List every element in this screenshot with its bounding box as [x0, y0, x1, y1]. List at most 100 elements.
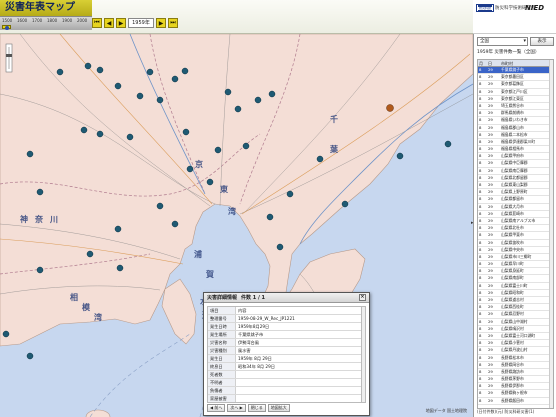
list-cell: 29 — [488, 376, 493, 382]
map-view[interactable]: 東 京 湾 相 模 湾 千 葉 神 奈 川 浦 賀 水 道 地図データ 国土地理… — [0, 34, 473, 417]
year-field[interactable]: 1959年 — [128, 18, 154, 28]
list-cell: 8 — [479, 225, 482, 231]
list-item[interactable]: 8 29 山梨県忍野村 — [478, 311, 553, 319]
list-cell: 29 — [488, 289, 493, 295]
list-item[interactable]: 8 29 山梨県市川三郷町 — [478, 254, 553, 262]
next-record-button[interactable]: 次へ ▶ — [227, 404, 246, 412]
popup-header[interactable]: 災害詳細情報 件数 1 / 1 × — [204, 293, 369, 303]
list-item[interactable]: 8 29 福島県いわき市 — [478, 117, 553, 125]
list-item[interactable]: 8 29 山梨県丹波山村 — [478, 347, 553, 355]
list-cell: 長野県松本市 — [501, 354, 524, 360]
list-item[interactable]: 8 29 山梨県中巨摩郡 — [478, 160, 553, 168]
timeline-tick: 1700 — [32, 18, 43, 23]
next-year-button[interactable]: ▶ — [156, 18, 166, 28]
prev-record-button[interactable]: ◀ 前へ — [207, 404, 226, 412]
list-item[interactable]: 8 29 山梨県南部町 — [478, 275, 553, 283]
popup-scrollbar[interactable] — [361, 306, 366, 403]
column-header[interactable]: 日 — [488, 60, 501, 66]
show-button[interactable]: 表示 — [530, 37, 554, 46]
list-item[interactable]: 8 29 山梨県南巨摩郡 — [478, 168, 553, 175]
list-item[interactable]: 8 29 長野県岡谷市 — [478, 362, 553, 369]
list-item[interactable]: 8 29 山梨県笛吹市 — [478, 240, 553, 247]
list-cell: 山梨県山中湖村 — [501, 318, 528, 324]
list-item[interactable]: 8 29 山梨県富士川町 — [478, 283, 553, 290]
list-item[interactable]: 8 29 山梨県昭和町 — [478, 290, 553, 297]
list-cell: 東京都江東区 — [501, 95, 524, 101]
timeline-slider[interactable]: 1500 1600 1700 1800 1900 2000 — [0, 16, 92, 30]
list-item[interactable]: 8 29 福島県二本松市 — [478, 132, 553, 139]
list-item[interactable]: 8 29 長野県諏訪市 — [478, 369, 553, 377]
list-item[interactable]: 8 29 山梨県西桂町 — [478, 304, 553, 312]
list-cell: 山梨県早川町 — [501, 261, 524, 267]
first-year-button[interactable]: ⏮ — [92, 18, 102, 28]
list-item[interactable]: 8 29 福島県郡山市 — [478, 125, 553, 132]
list-item[interactable]: 8 29 山梨県韮崎市 — [478, 211, 553, 218]
column-header[interactable]: 市町村 — [501, 60, 553, 66]
list-item[interactable]: 8 29 山梨県南アルプス市 — [478, 218, 553, 226]
map-label: 湾 — [94, 313, 102, 322]
list-scrollbar[interactable] — [549, 60, 553, 408]
list-cell: 山梨県韮崎市 — [501, 210, 524, 216]
prev-year-button[interactable]: ◀ — [104, 18, 114, 28]
list-item[interactable]: 8 29 山梨県都留市 — [478, 196, 553, 204]
list-item[interactable]: 8 29 山梨県北都留郡 — [478, 175, 553, 182]
list-item[interactable]: 8 29 山梨県山中湖村 — [478, 319, 553, 326]
area-select[interactable]: 全国 — [477, 37, 528, 46]
list-cell: 8 — [479, 390, 482, 396]
list-cell: 29 — [488, 174, 493, 180]
list-item[interactable]: 8 29 長野県伊那市 — [478, 383, 553, 391]
list-item[interactable]: 8 29 山梨県身延町 — [478, 268, 553, 276]
list-item[interactable]: 8 29 長野県松本市 — [478, 355, 553, 362]
list-cell: 山梨県都留市 — [501, 196, 524, 202]
list-item[interactable]: 8 29 山梨県早川町 — [478, 261, 553, 269]
list-item[interactable]: 8 29 山梨県大月市 — [478, 204, 553, 211]
list-item[interactable]: 8 29 東京都墨田区 — [478, 74, 553, 82]
list-item[interactable]: 8 29 山梨県上野原町 — [478, 189, 553, 197]
list-item[interactable]: 8 29 長野県駒ヶ根市 — [478, 390, 553, 398]
next-icon: ▶ — [158, 19, 164, 27]
list-item[interactable]: 8 29 東京都江東区 — [478, 96, 553, 103]
list-item[interactable]: 8 29 群馬県前橋市 — [478, 110, 553, 118]
list-item[interactable]: 8 29 山梨県富士河口湖町 — [478, 333, 553, 341]
list-item[interactable]: 8 29 千葉県銚子市 — [478, 67, 553, 75]
list-item[interactable]: 8 29 福島県伊達郡梁川町 — [478, 139, 553, 147]
list-item[interactable]: 8 29 山梨県北杜市 — [478, 225, 553, 233]
brand-area: 防災科研 防災科学技術研究所 NIED — [473, 0, 556, 34]
list-cell: 29 — [488, 160, 493, 166]
timeline-handle[interactable] — [5, 26, 9, 30]
list-item[interactable]: 8 29 山梨県小菅村 — [478, 340, 553, 348]
list-item[interactable]: 8 29 山梨県道志村 — [478, 297, 553, 305]
list-cell: 8 — [479, 203, 482, 209]
list-item[interactable]: 8 29 長野県飯田市 — [478, 398, 553, 405]
app-title: 災害年表マップ — [0, 0, 92, 16]
list-item[interactable]: 8 29 埼玉県熊谷市 — [478, 103, 553, 111]
list-cell: 29 — [488, 347, 493, 353]
map-label: 浦 — [194, 250, 202, 259]
list-item[interactable]: 8 29 福島県相馬市 — [478, 146, 553, 154]
list-cell: 8 — [479, 146, 482, 152]
list-item[interactable]: 8 29 山梨県甲府市 — [478, 153, 553, 161]
list-cell: 8 — [479, 174, 482, 180]
column-header[interactable]: 月 — [478, 60, 488, 66]
list-cell: 29 — [488, 88, 493, 94]
close-icon[interactable]: × — [359, 294, 366, 301]
detail-row: 負傷者 — [208, 387, 361, 395]
list-item[interactable]: 8 29 東京都江戸川区 — [478, 89, 553, 96]
org-logo[interactable]: 防災科研 — [476, 4, 494, 12]
play-button[interactable]: ▶ — [116, 18, 126, 28]
list-item[interactable]: 8 29 山梨県中央市 — [478, 247, 553, 254]
list-cell: 山梨県忍野村 — [501, 311, 524, 317]
close-button[interactable]: 閉じる — [247, 404, 266, 412]
list-item[interactable]: 8 29 長野県茅野市 — [478, 376, 553, 384]
list-cell: 8 — [479, 74, 482, 80]
zoom-map-button[interactable]: 地図拡大 — [267, 404, 290, 412]
list-item[interactable]: 8 29 山梨県東山梨郡 — [478, 182, 553, 190]
nied-logo[interactable]: NIED — [525, 4, 544, 12]
last-year-button[interactable]: ⏭ — [168, 18, 178, 28]
list-item[interactable]: 8 29 山梨県鳴沢村 — [478, 326, 553, 333]
playback-controls: ⏮ ◀ ▶ 1959年 ▶ ⏭ — [92, 16, 178, 30]
detail-row: 災害名称 伊勢湾台風 — [208, 339, 361, 347]
list-item[interactable]: 8 29 山梨県甲斐市 — [478, 232, 553, 240]
detail-row: 死者数 — [208, 371, 361, 379]
list-item[interactable]: 8 29 東京都葛飾区 — [478, 81, 553, 89]
